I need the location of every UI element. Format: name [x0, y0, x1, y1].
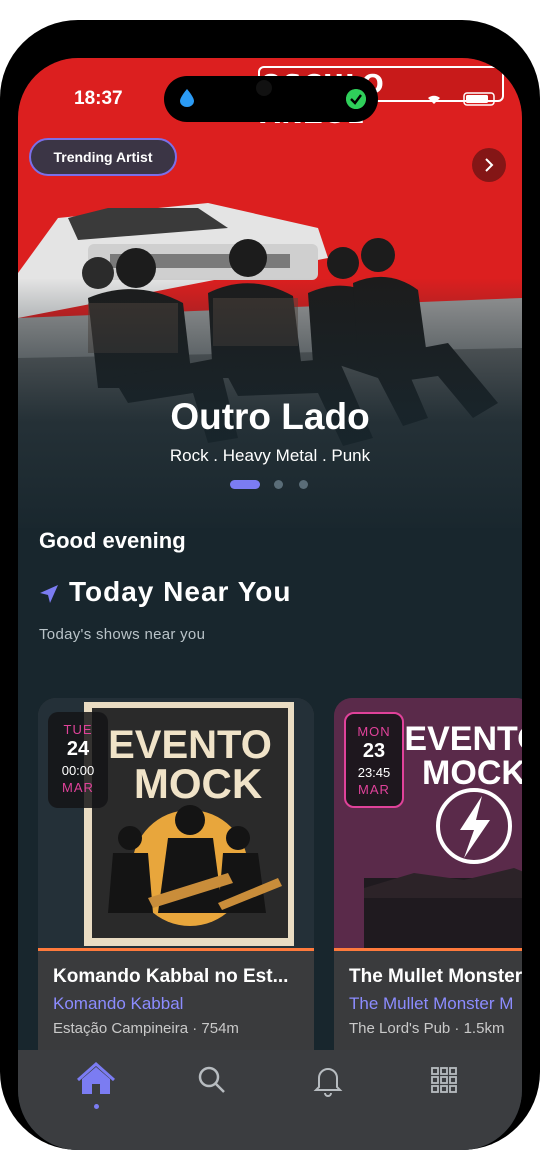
- location-arrow-icon: [40, 585, 58, 603]
- event-day: 24: [66, 738, 90, 760]
- poster-text: MOCK: [134, 760, 262, 807]
- active-tab-indicator: [94, 1104, 99, 1109]
- pager-dot[interactable]: [299, 480, 308, 489]
- wifi-icon: [428, 95, 440, 104]
- event-weekday: TUE: [63, 722, 93, 737]
- event-artist[interactable]: The Mullet Monster M: [349, 994, 513, 1014]
- phone-frame: OSCULO ANZOL 18:37 Trending Artist Outro…: [0, 20, 540, 1150]
- water-drop-icon: [180, 89, 194, 107]
- card-divider: [38, 948, 314, 951]
- event-card[interactable]: EVENTO MOCK TUE 24 00:00 MAR Komando Kab…: [38, 698, 314, 1078]
- pager-dot[interactable]: [274, 480, 283, 489]
- home-icon[interactable]: [76, 1060, 116, 1100]
- bell-icon[interactable]: [308, 1060, 348, 1100]
- event-date-badge: MON 23 23:45 MAR: [344, 712, 404, 808]
- event-date-badge: TUE 24 00:00 MAR: [48, 712, 108, 808]
- check-icon: [346, 89, 366, 109]
- hero-banner[interactable]: OSCULO ANZOL 18:37 Trending Artist Outro…: [18, 58, 522, 528]
- event-time: 00:00: [61, 763, 95, 778]
- event-month: MAR: [62, 780, 94, 795]
- event-title[interactable]: The Mullet Monster: [349, 966, 522, 988]
- status-time: 18:37: [74, 88, 123, 109]
- card-divider: [334, 948, 522, 951]
- event-card[interactable]: EVENTO MOCK MON 23 23:45 MAR The Mullet …: [334, 698, 522, 1078]
- event-day: 23: [362, 740, 386, 762]
- featured-band-name[interactable]: Outro Lado: [18, 396, 522, 438]
- status-icons: [428, 92, 495, 106]
- greeting: Good evening: [39, 528, 186, 553]
- event-month: MAR: [358, 782, 390, 797]
- bottom-tab-bar: [18, 1050, 522, 1150]
- featured-band-genres: Rock . Heavy Metal . Punk: [169, 446, 371, 465]
- grid-icon[interactable]: [424, 1060, 464, 1100]
- search-icon[interactable]: [192, 1060, 232, 1100]
- section-title: Today Near You: [69, 576, 292, 607]
- trending-artist-badge[interactable]: Trending Artist: [29, 138, 177, 176]
- camera-icon: [256, 80, 272, 96]
- poster-text: EVENTO: [404, 720, 522, 758]
- chevron-right-icon[interactable]: [472, 148, 506, 182]
- event-venue: The Lord's Pub · 1.5km: [349, 1020, 505, 1037]
- app-screen: OSCULO ANZOL 18:37 Trending Artist Outro…: [18, 58, 522, 1150]
- pager-dot-active[interactable]: [230, 480, 260, 489]
- event-time: 23:45: [357, 765, 391, 780]
- poster-text: MOCK: [422, 754, 522, 792]
- section-subtitle: Today's shows near you: [39, 626, 206, 643]
- event-weekday: MON: [357, 724, 391, 739]
- event-title[interactable]: Komando Kabbal no Est...: [53, 966, 288, 988]
- event-venue: Estação Campineira · 754m: [53, 1020, 239, 1037]
- event-artist[interactable]: Komando Kabbal: [53, 994, 183, 1014]
- hero-pager[interactable]: [228, 479, 318, 491]
- dynamic-island: [164, 76, 378, 122]
